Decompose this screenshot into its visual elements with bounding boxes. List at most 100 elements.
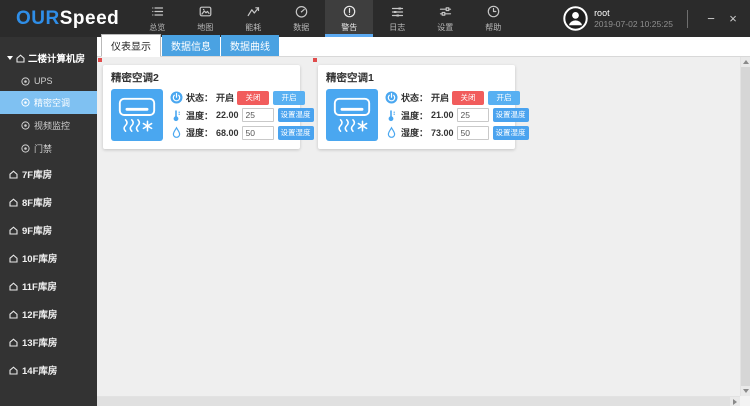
status-value: 开启: [431, 93, 450, 103]
sidebar-item-10f[interactable]: 10F库房: [0, 244, 97, 272]
scroll-right-button[interactable]: [730, 397, 740, 406]
tab-dashboard-display[interactable]: 仪表显示: [101, 34, 161, 57]
card-title: 精密空调2: [111, 72, 159, 84]
temperature-value: 22.00: [216, 110, 239, 120]
horizontal-scrollbar[interactable]: [97, 396, 740, 406]
sidebar-item-label: 13F库房: [22, 338, 58, 349]
sidebar-item-8f[interactable]: 8F库房: [0, 188, 97, 216]
minimize-button[interactable]: −: [700, 0, 722, 37]
user-avatar[interactable]: [563, 6, 588, 31]
nav-item-energy[interactable]: 能耗: [229, 0, 277, 37]
vertical-scroll-thumb[interactable]: [741, 67, 750, 386]
user-info: root 2019-07-02 10:25:25: [594, 8, 673, 30]
turn-off-button[interactable]: 关闭: [452, 90, 485, 105]
datetime: 2019-07-02 10:25:25: [594, 18, 673, 29]
sidebar-item-ups[interactable]: UPS: [0, 71, 97, 91]
temperature-label: 温度：: [186, 110, 214, 121]
sidebar-node-computer-room[interactable]: 二楼计算机房: [0, 45, 97, 71]
sidebar-item-label: 14F库房: [22, 366, 58, 377]
logo-part-2: Speed: [59, 7, 120, 29]
temperature-setpoint-input[interactable]: [241, 108, 274, 122]
horizontal-scroll-thumb[interactable]: [97, 397, 730, 406]
home-icon: [9, 225, 18, 235]
nav-item-data[interactable]: 数据: [277, 0, 325, 37]
set-temperature-button[interactable]: 设置温度: [492, 108, 529, 122]
scrollbar-corner: [740, 396, 750, 406]
humidity-setpoint-input[interactable]: [456, 125, 489, 140]
navbar-right: root 2019-07-02 10:25:25 − ×: [563, 0, 750, 37]
sidebar-item-label: 7F库房: [22, 170, 53, 181]
user-name: root: [594, 7, 610, 18]
sidebar-item-precision-ac[interactable]: 精密空调: [0, 91, 97, 114]
set-temperature-button[interactable]: 设置温度: [277, 108, 314, 122]
card-anchor-marker: [313, 58, 317, 62]
sidebar-item-12f[interactable]: 12F库房: [0, 300, 97, 328]
humidity-setpoint-input[interactable]: [241, 125, 274, 140]
home-icon: [9, 253, 18, 263]
thermometer-icon: [388, 109, 395, 121]
humidity-label: 湿度：: [186, 128, 214, 138]
card-title: 精密空调1: [326, 72, 374, 84]
device-icon: [21, 98, 30, 107]
set-humidity-button[interactable]: 设置湿度: [492, 125, 529, 140]
turn-on-button[interactable]: 开启: [488, 90, 521, 105]
nav-item-settings[interactable]: 设置: [421, 0, 469, 37]
sidebar-item-label: 精密空调: [34, 98, 71, 108]
tab-data-info[interactable]: 数据信息: [162, 35, 220, 56]
droplet-icon: [387, 126, 396, 138]
vertical-scrollbar[interactable]: [740, 57, 750, 396]
nav-item-overview[interactable]: 总览: [133, 0, 181, 37]
tab-data-curve[interactable]: 数据曲线: [221, 35, 279, 56]
main-panel: 仪表显示 数据信息 数据曲线 精密空调2 状态： 开启 关闭 开启 温度： 22…: [97, 34, 750, 406]
nav-item-logs[interactable]: 日志: [373, 0, 421, 37]
sidebar-item-label: 视频监控: [34, 121, 71, 131]
sidebar-item-13f[interactable]: 13F库房: [0, 328, 97, 356]
temperature-value: 21.00: [431, 110, 454, 120]
data-gauge-icon: [295, 5, 308, 20]
status-row: 状态： 开启 关闭 开启: [170, 90, 306, 105]
log-icon: [391, 5, 404, 20]
main-menu: 总览 地图 能耗 数据 警告 日志 设置 帮助: [133, 0, 517, 37]
sidebar-item-11f[interactable]: 11F库房: [0, 272, 97, 300]
scroll-down-button[interactable]: [741, 386, 750, 396]
status-label: 状态：: [186, 93, 214, 103]
sidebar-item-14f[interactable]: 14F库房: [0, 356, 97, 384]
status-label: 状态：: [401, 93, 429, 103]
sidebar-item-7f[interactable]: 7F库房: [0, 160, 97, 188]
sidebar-item-access-control[interactable]: 门禁: [0, 137, 97, 160]
sidebar-item-9f[interactable]: 9F库房: [0, 216, 97, 244]
window-controls-divider: [687, 9, 688, 28]
top-navbar: OUR Speed 总览 地图 能耗 数据 警告 日志 设置 帮助 root 2…: [0, 0, 750, 37]
card-anchor-marker: [98, 58, 102, 62]
turn-on-button[interactable]: 开启: [273, 90, 306, 105]
sidebar-item-label: 8F库房: [22, 198, 53, 209]
scroll-up-button[interactable]: [741, 57, 750, 67]
nav-item-label: 帮助: [485, 22, 502, 32]
nav-item-label: 总览: [149, 22, 166, 32]
nav-item-help[interactable]: 帮助: [469, 0, 517, 37]
device-icon: [21, 121, 30, 130]
humidity-label: 湿度：: [401, 128, 429, 138]
sidebar-item-label: UPS: [34, 76, 53, 86]
home-icon: [9, 197, 18, 207]
device-icon: [21, 144, 30, 153]
logo-part-1: OUR: [16, 7, 60, 29]
sidebar-item-video-monitor[interactable]: 视频监控: [0, 114, 97, 137]
temperature-setpoint-input[interactable]: [456, 108, 489, 122]
nav-item-label: 设置: [437, 22, 454, 32]
set-humidity-button[interactable]: 设置湿度: [277, 125, 314, 140]
status-value: 开启: [216, 93, 235, 103]
nav-item-alerts[interactable]: 警告: [325, 0, 374, 37]
sidebar-item-label: 11F库房: [22, 282, 57, 293]
turn-off-button[interactable]: 关闭: [237, 90, 270, 105]
home-icon: [9, 337, 18, 347]
droplet-icon: [172, 126, 181, 138]
nav-item-label: 日志: [389, 22, 406, 32]
sidebar-item-label: 9F库房: [22, 226, 53, 237]
humidity-row: 湿度： 68.00 设置湿度: [170, 125, 314, 140]
close-button[interactable]: ×: [722, 0, 744, 37]
ac-card-1: 精密空调1 状态： 开启 关闭 开启 温度： 21.00 25 设置温度 湿度：…: [313, 58, 529, 149]
home-icon: [9, 169, 18, 179]
nav-item-map[interactable]: 地图: [181, 0, 229, 37]
ac-card-2: 精密空调2 状态： 开启 关闭 开启 温度： 22.00 25 设置温度 湿度：…: [98, 58, 314, 149]
